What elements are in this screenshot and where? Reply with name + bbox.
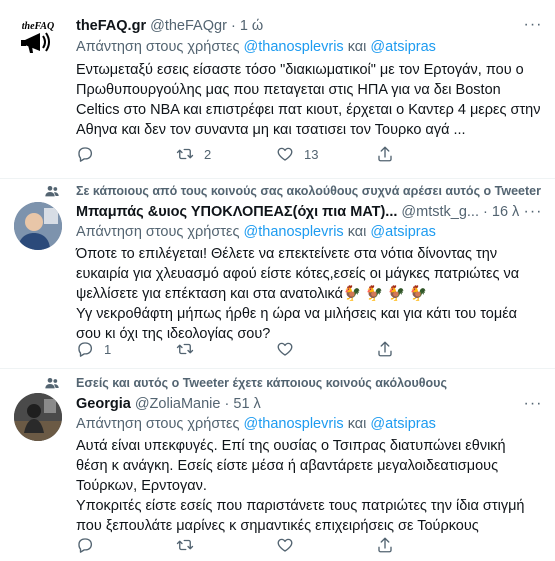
tweet-header: Μπαμπάς &υιος ΥΠΟΚΛΟΠΕΑΣ(όχι πια ΜΑΤ)...… bbox=[76, 204, 520, 220]
user-handle[interactable]: @ZoliaManie bbox=[135, 396, 221, 412]
megaphone-logo-icon: theFAQ bbox=[14, 14, 62, 62]
tweet-text: Εντωμεταξύ εσεις είσαστε τόσο "διακιωματ… bbox=[76, 62, 541, 138]
mention-link[interactable]: @atsipras bbox=[370, 39, 436, 55]
share-button[interactable] bbox=[376, 535, 476, 555]
timestamp[interactable]: 1 ώ bbox=[240, 18, 263, 34]
share-button[interactable] bbox=[376, 339, 476, 359]
reply-icon bbox=[78, 538, 93, 553]
tweet-text: Όποτε το επιλέγεται! Θέλετε να επεκτείνε… bbox=[76, 246, 520, 342]
mention-link[interactable]: @atsipras bbox=[370, 416, 436, 432]
retweet-button[interactable] bbox=[176, 535, 276, 555]
reply-button[interactable]: 1 bbox=[76, 339, 176, 359]
reply-context: Απάντηση στους χρήστες @thanosplevris κα… bbox=[76, 416, 436, 432]
share-icon bbox=[378, 341, 392, 357]
share-icon bbox=[378, 146, 392, 162]
like-button[interactable] bbox=[276, 535, 376, 555]
avatar[interactable]: theFAQ bbox=[14, 14, 62, 62]
people-icon bbox=[45, 186, 59, 197]
reply-icon bbox=[78, 342, 93, 357]
svg-text:theFAQ: theFAQ bbox=[22, 21, 54, 32]
display-name[interactable]: theFAQ.gr bbox=[76, 18, 146, 34]
tweet-1[interactable]: theFAQ theFAQ.gr @theFAQgr · 1 ώ Απάντησ… bbox=[0, 0, 555, 178]
user-handle[interactable]: @mtstk_g... bbox=[401, 204, 479, 220]
timestamp[interactable]: 16 λ bbox=[492, 204, 519, 220]
like-icon bbox=[277, 538, 293, 552]
display-name[interactable]: Μπαμπάς &υιος ΥΠΟΚΛΟΠΕΑΣ(όχι πια ΜΑΤ)... bbox=[76, 204, 397, 220]
people-icon bbox=[45, 378, 59, 389]
mention-link[interactable]: @thanosplevris bbox=[244, 224, 344, 240]
reply-context: Απάντηση στους χρήστες @thanosplevris κα… bbox=[76, 224, 436, 240]
more-icon[interactable]: ··· bbox=[521, 204, 545, 225]
timestamp[interactable]: 51 λ bbox=[233, 396, 260, 412]
social-context: Σε κάποιους από τους κοινούς σας ακολούθ… bbox=[76, 184, 541, 198]
reply-count: 1 bbox=[104, 341, 112, 357]
retweet-icon bbox=[176, 343, 194, 355]
tweet-text: Αυτά είναι υπεκφυγές. Επί της ουσίας ο Τ… bbox=[76, 438, 525, 534]
like-button[interactable] bbox=[276, 339, 376, 359]
reply-icon bbox=[78, 147, 93, 162]
more-icon[interactable]: ··· bbox=[521, 17, 545, 38]
avatar[interactable] bbox=[14, 202, 62, 250]
like-count: 13 bbox=[304, 146, 319, 162]
mention-link[interactable]: @thanosplevris bbox=[244, 416, 344, 432]
tweet-header: theFAQ.gr @theFAQgr · 1 ώ bbox=[76, 18, 264, 34]
retweet-count: 2 bbox=[204, 146, 212, 162]
retweet-button[interactable] bbox=[176, 339, 276, 359]
tweet-3[interactable]: Εσείς και αυτός ο Tweeter έχετε κάποιους… bbox=[0, 369, 555, 561]
share-button[interactable] bbox=[376, 144, 476, 164]
display-name[interactable]: Georgia bbox=[76, 396, 131, 412]
reply-button[interactable] bbox=[76, 535, 176, 555]
mention-link[interactable]: @atsipras bbox=[370, 224, 436, 240]
tweet-2[interactable]: Σε κάποιους από τους κοινούς σας ακολούθ… bbox=[0, 179, 555, 367]
like-icon bbox=[277, 342, 293, 356]
share-icon bbox=[378, 537, 392, 553]
social-context: Εσείς και αυτός ο Tweeter έχετε κάποιους… bbox=[76, 376, 447, 390]
mention-link[interactable]: @thanosplevris bbox=[244, 39, 344, 55]
reply-button[interactable] bbox=[76, 144, 176, 164]
user-photo-icon bbox=[14, 393, 62, 441]
user-handle[interactable]: @theFAQgr bbox=[150, 18, 227, 34]
tweet-header: Georgia @ZoliaManie · 51 λ bbox=[76, 396, 261, 412]
avatar[interactable] bbox=[14, 393, 62, 441]
retweet-icon bbox=[176, 539, 194, 551]
retweet-button[interactable]: 2 bbox=[176, 144, 276, 164]
like-icon bbox=[277, 147, 293, 161]
like-button[interactable]: 13 bbox=[276, 144, 376, 164]
user-photo-icon bbox=[14, 202, 62, 250]
reply-context: Απάντηση στους χρήστες @thanosplevris κα… bbox=[76, 39, 436, 55]
retweet-icon bbox=[176, 148, 194, 160]
more-icon[interactable]: ··· bbox=[521, 396, 545, 417]
